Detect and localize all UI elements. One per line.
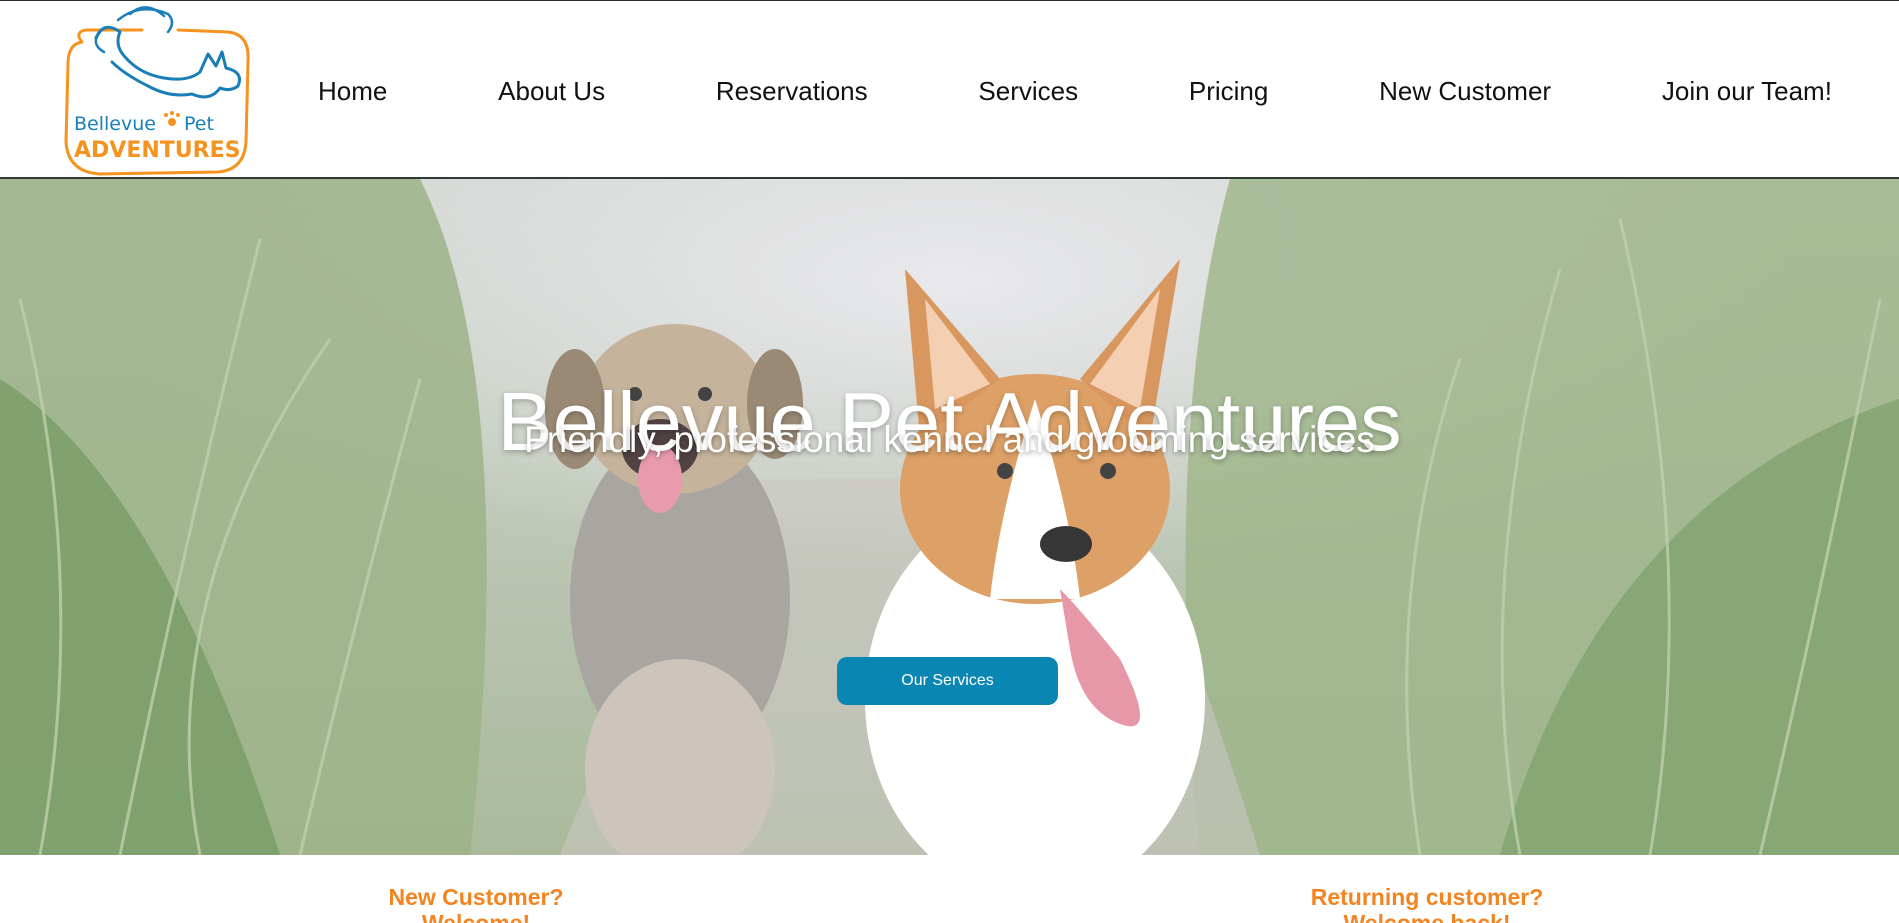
- new-customer-welcome-text: Welcome!: [421, 910, 531, 923]
- hero-dogs-image: [0, 179, 1899, 855]
- hero-subtitle: Friendly, professional kennel and groomi…: [524, 419, 1375, 460]
- logo-graphic: Bellevue Pet ADVENTURES: [64, 6, 250, 176]
- nav-new-customer[interactable]: New Customer: [1331, 70, 1599, 113]
- nav-reservations[interactable]: Reservations: [668, 70, 916, 113]
- nav-services[interactable]: Services: [930, 70, 1126, 113]
- returning-customer-welcome-text: Welcome back!: [1343, 910, 1511, 923]
- main-nav: Home About Us Reservations Services Pric…: [270, 63, 1880, 119]
- nav-pricing[interactable]: Pricing: [1141, 70, 1316, 113]
- our-services-button[interactable]: Our Services: [837, 657, 1058, 705]
- returning-customer-heading: Returning customer?: [1310, 884, 1544, 910]
- paw-icon: [168, 118, 176, 126]
- new-customer-heading: New Customer?: [388, 884, 564, 910]
- site-header: Bellevue Pet ADVENTURES Home About Us Re…: [0, 0, 1899, 179]
- logo-text-adventures: ADVENTURES: [74, 138, 240, 163]
- nav-join-our-team[interactable]: Join our Team!: [1614, 70, 1880, 113]
- hero-banner: Bellevue Pet Adventures Friendly, profes…: [0, 179, 1899, 855]
- nav-home[interactable]: Home: [270, 70, 435, 113]
- nav-about-us[interactable]: About Us: [450, 70, 653, 113]
- logo-text-pet: Pet: [184, 113, 214, 135]
- site-logo[interactable]: Bellevue Pet ADVENTURES: [60, 2, 260, 180]
- logo-text-bellevue: Bellevue: [74, 113, 156, 135]
